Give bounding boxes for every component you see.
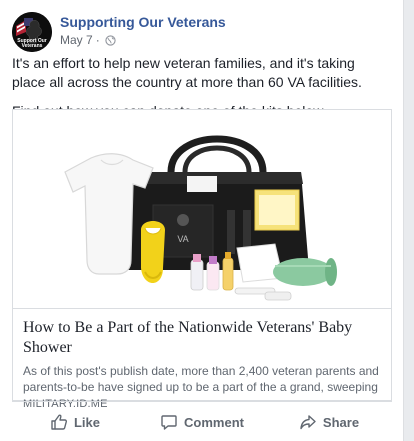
like-label: Like bbox=[73, 414, 100, 430]
post-header: Support Our Veterans Supporting Our Vete… bbox=[12, 12, 392, 52]
comment-label: Comment bbox=[184, 414, 244, 430]
link-title[interactable]: How to Be a Part of the Nationwide Veter… bbox=[23, 318, 381, 358]
baby-kit-illustration: VA bbox=[64, 135, 337, 301]
meta-separator: · bbox=[95, 33, 100, 47]
comment-icon bbox=[161, 415, 177, 430]
page-avatar[interactable]: Support Our Veterans bbox=[12, 12, 52, 52]
share-label: Share bbox=[322, 414, 360, 430]
share-arrow-icon bbox=[300, 415, 316, 430]
globe-icon[interactable] bbox=[105, 34, 116, 46]
like-button[interactable]: Like bbox=[12, 406, 138, 438]
post-actions: Like Comment Share bbox=[12, 401, 392, 438]
svg-text:Veterans: Veterans bbox=[22, 43, 43, 49]
page-name-link[interactable]: Supporting Our Veterans bbox=[60, 14, 226, 30]
post-card: Support Our Veterans Supporting Our Vete… bbox=[0, 0, 404, 441]
post-meta: May 7 · bbox=[60, 33, 116, 47]
link-description: As of this post's publish date, more tha… bbox=[23, 364, 379, 394]
thumbs-up-icon bbox=[51, 414, 68, 430]
post-paragraph: It's an effort to help new veteran famil… bbox=[12, 55, 362, 90]
share-button[interactable]: Share bbox=[266, 406, 392, 438]
link-preview-card[interactable]: VA How to Be a Part of the Nationwide Ve… bbox=[12, 109, 392, 410]
bag-logo-text: VA bbox=[177, 234, 188, 244]
comment-button[interactable]: Comment bbox=[139, 406, 265, 438]
post-date[interactable]: May 7 bbox=[60, 33, 93, 47]
link-preview-image[interactable]: VA bbox=[13, 110, 391, 308]
link-preview-info[interactable]: How to Be a Part of the Nationwide Veter… bbox=[13, 308, 391, 410]
veterans-logo-icon: Support Our Veterans bbox=[12, 12, 52, 52]
